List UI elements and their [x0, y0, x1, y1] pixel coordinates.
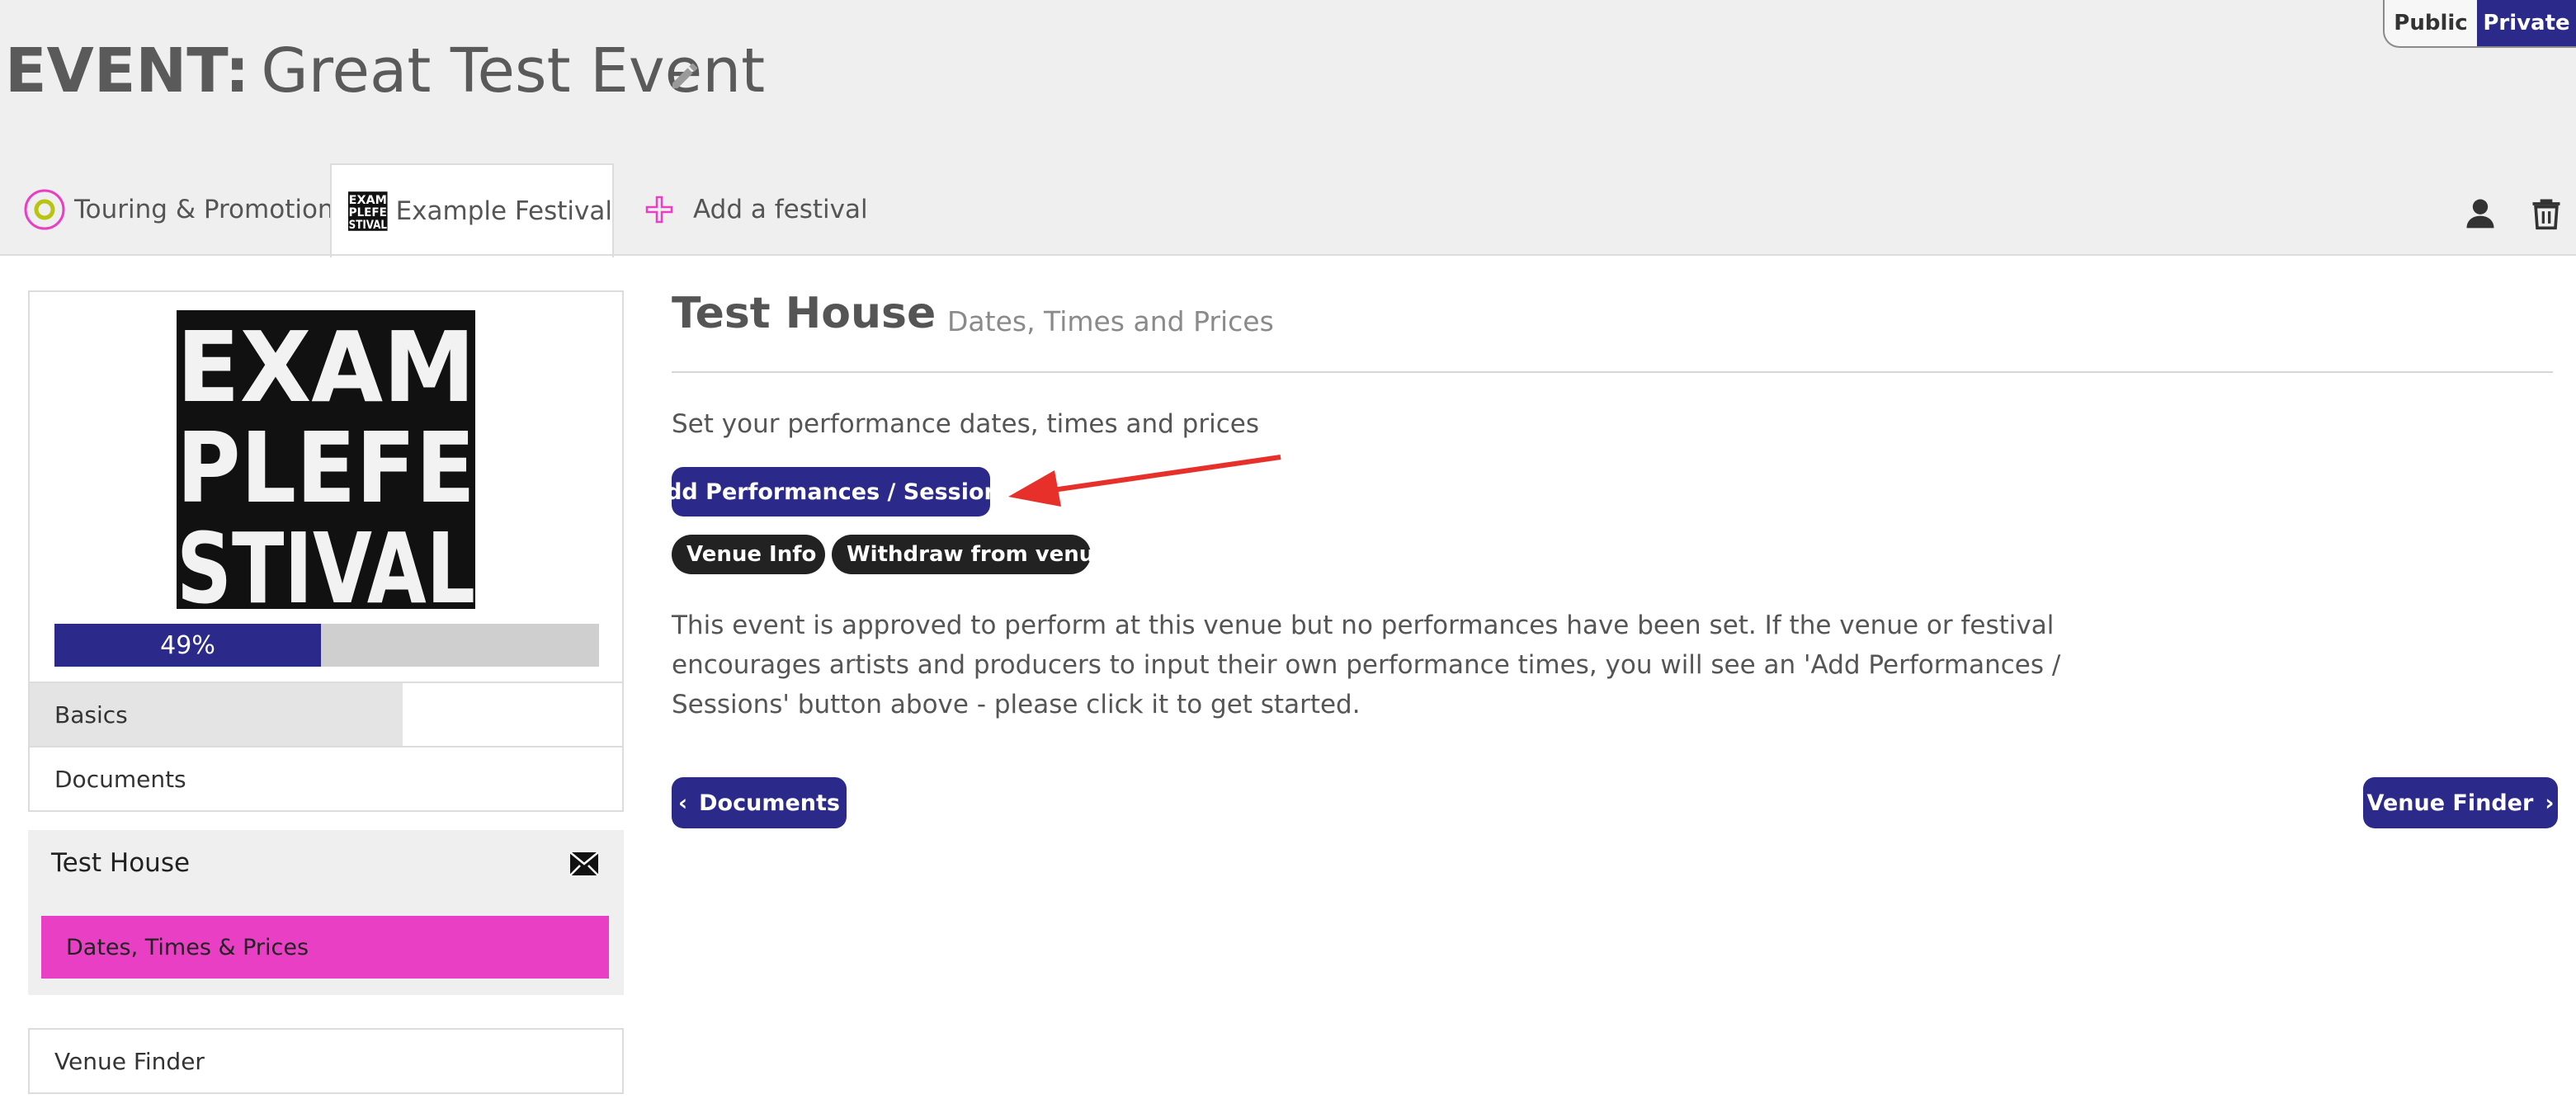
intro-text: Set your performance dates, times and pr… — [672, 409, 1259, 439]
withdraw-from-venue-button[interactable]: Withdraw from venue — [832, 535, 1109, 574]
svg-text:PLEFE: PLEFE — [177, 411, 475, 525]
tab-example-festival[interactable]: EXAM PLEFE STIVAL Example Festival — [330, 163, 614, 257]
envelope-icon[interactable] — [569, 851, 599, 876]
venue-title: Test House — [672, 289, 937, 338]
venue-info-label: Venue Info — [686, 542, 817, 567]
svg-text:STIVAL: STIVAL — [177, 512, 475, 609]
sidebar-item-label: Basics — [54, 700, 128, 729]
sidebar-item-label: Documents — [54, 765, 186, 793]
sidebar-item-venue-finder[interactable]: Venue Finder — [28, 1028, 624, 1094]
previous-button-label: Documents — [699, 790, 840, 816]
svg-text:EXAM: EXAM — [177, 310, 475, 424]
progress-label: 49% — [160, 630, 215, 660]
chevron-right-icon: › — [2545, 790, 2555, 816]
previous-documents-button[interactable]: ‹ Documents — [672, 777, 847, 828]
visibility-toggle: Public Private — [2383, 0, 2576, 48]
venue-info-button[interactable]: Venue Info — [672, 535, 825, 574]
private-button[interactable]: Private — [2477, 0, 2576, 46]
tab-label: Example Festival — [395, 196, 612, 226]
festival-logo: EXAM PLEFE STIVAL — [177, 310, 475, 609]
tab-label: Add a festival — [693, 195, 868, 224]
next-button-label: Venue Finder — [2366, 790, 2534, 816]
sidebar: EXAM PLEFE STIVAL 49% Basics Documents T… — [28, 290, 624, 1094]
svg-text:PLEFE: PLEFE — [349, 206, 387, 219]
chevron-left-icon: ‹ — [678, 790, 688, 816]
section-subtitle: Dates, Times and Prices — [947, 305, 1274, 337]
public-button[interactable]: Public — [2385, 0, 2477, 46]
plus-icon — [645, 196, 673, 224]
trash-icon[interactable] — [2528, 195, 2564, 231]
title-divider — [672, 371, 2553, 373]
festival-tabs: Touring & Promotion EXAM PLEFE STIVAL Ex… — [0, 163, 2576, 257]
next-venue-finder-button[interactable]: Venue Finder › — [2363, 777, 2558, 828]
touring-promotion-icon — [24, 189, 65, 230]
page-title: EVENT: Great Test Event — [5, 31, 765, 111]
tab-touring-promotion[interactable]: Touring & Promotion — [23, 163, 334, 256]
withdraw-label: Withdraw from venue — [847, 542, 1109, 567]
svg-text:STIVAL: STIVAL — [349, 219, 387, 232]
pencil-icon[interactable] — [668, 59, 701, 92]
example-festival-logo: EXAM PLEFE STIVAL — [348, 191, 388, 232]
annotation-arrow — [1008, 455, 1281, 507]
tab-divider — [0, 254, 2576, 256]
tab-label: Touring & Promotion — [74, 195, 334, 224]
sidebar-item-dates-times-prices[interactable]: Dates, Times & Prices — [41, 916, 609, 979]
user-icon[interactable] — [2462, 195, 2498, 231]
sidebar-item-label: Venue Finder — [54, 1047, 205, 1075]
sidebar-item-basics[interactable]: Basics — [28, 683, 624, 748]
venue-group-title[interactable]: Test House — [51, 848, 190, 878]
tab-add-festival[interactable]: Add a festival — [645, 163, 868, 256]
description-text: This event is approved to perform at thi… — [672, 611, 2061, 719]
svg-text:EXAM: EXAM — [349, 194, 387, 207]
completion-progress: 49% — [54, 624, 599, 667]
sidebar-item-documents[interactable]: Documents — [28, 748, 624, 812]
event-card: EXAM PLEFE STIVAL 49% — [28, 290, 624, 683]
venue-group: Test House Dates, Times & Prices — [28, 830, 624, 995]
event-label: EVENT: — [5, 35, 250, 106]
add-performances-button[interactable]: Add Performances / Sessions — [649, 467, 1013, 516]
